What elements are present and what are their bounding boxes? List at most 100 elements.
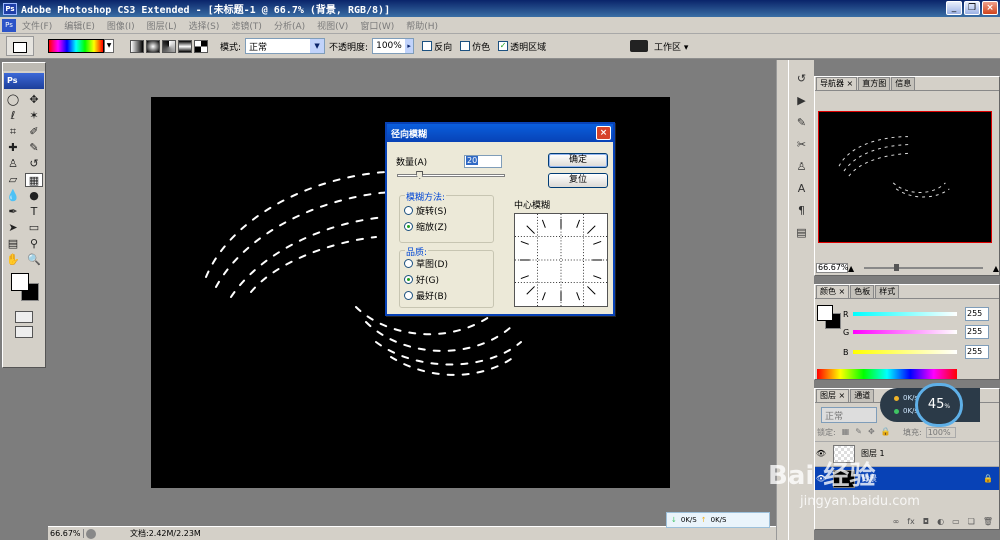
zoom-out-icon[interactable]: ▲ <box>848 264 854 273</box>
clone-source-icon[interactable]: ♙ <box>793 158 811 176</box>
red-slider[interactable] <box>853 312 957 316</box>
tab-navigator[interactable]: 导航器 × <box>816 77 858 90</box>
new-group-icon[interactable]: ▭ <box>952 517 960 529</box>
blur-tool-icon[interactable]: 💧 <box>4 189 22 203</box>
red-value[interactable]: 255 <box>965 307 989 321</box>
menu-layer[interactable]: 图层(L) <box>141 19 183 32</box>
screen-mode-icon[interactable] <box>15 326 33 338</box>
link-layers-icon[interactable]: ∞ <box>893 517 900 529</box>
quality-good-radio[interactable]: 好(G) <box>400 271 493 287</box>
crop-tool-icon[interactable]: ⌗ <box>4 125 22 139</box>
history-brush-icon[interactable]: ↺ <box>25 157 43 171</box>
fill-value[interactable]: 100% <box>925 427 956 438</box>
tool-presets-icon[interactable]: ✂ <box>793 136 811 154</box>
navigator-preview[interactable] <box>818 111 992 243</box>
amount-input[interactable]: 20 <box>464 155 502 168</box>
healing-brush-icon[interactable]: ✚ <box>4 141 22 155</box>
blend-mode-select[interactable]: 正常 <box>821 407 877 423</box>
eyedropper-icon[interactable]: ⚲ <box>25 237 43 251</box>
layer-mask-icon[interactable]: ◘ <box>923 517 929 529</box>
menu-edit[interactable]: 编辑(E) <box>58 19 101 32</box>
slider-thumb[interactable] <box>416 171 424 179</box>
transparency-checkbox[interactable]: ✓ 透明区域 <box>498 40 546 53</box>
move-tool-icon[interactable]: ✥ <box>25 93 43 107</box>
angle-gradient-icon[interactable] <box>162 39 176 53</box>
zoom-in-icon[interactable]: ▲ <box>993 264 999 273</box>
close-button[interactable]: × <box>982 1 998 15</box>
navigator-zoom[interactable]: 66.67% <box>816 263 849 273</box>
quality-best-radio[interactable]: 最好(B) <box>400 287 493 303</box>
green-value[interactable]: 255 <box>965 325 989 339</box>
minimize-button[interactable]: _ <box>946 1 962 15</box>
tool-preset-picker[interactable] <box>6 36 34 56</box>
method-zoom-radio[interactable]: 缩放(Z) <box>400 218 493 234</box>
dodge-tool-icon[interactable]: ● <box>25 189 43 203</box>
tab-info[interactable]: 信息 <box>891 77 916 90</box>
gradient-preview[interactable] <box>48 39 104 53</box>
zoom-level[interactable]: 66.67% <box>48 529 84 538</box>
shape-tool-icon[interactable]: ▭ <box>25 221 43 235</box>
color-foreground[interactable] <box>817 305 833 321</box>
new-layer-icon[interactable]: ❏ <box>968 517 975 529</box>
layer-style-icon[interactable]: fx <box>907 517 915 529</box>
blur-center-preview[interactable] <box>514 213 608 307</box>
path-select-icon[interactable]: ➤ <box>4 221 22 235</box>
menu-window[interactable]: 窗口(W) <box>354 19 400 32</box>
reset-button[interactable]: 复位 <box>548 173 608 188</box>
ok-button[interactable]: 确定 <box>548 153 608 168</box>
radial-gradient-icon[interactable] <box>146 39 160 53</box>
zoom-tool-icon[interactable]: 🔍 <box>25 253 43 267</box>
notes-tool-icon[interactable]: ▤ <box>4 237 22 251</box>
type-tool-icon[interactable]: T <box>25 205 43 219</box>
lock-pixels-icon[interactable]: ✎ <box>855 427 862 438</box>
brush-tool-icon[interactable]: ✎ <box>25 141 43 155</box>
menu-file[interactable]: 文件(F) <box>16 19 58 32</box>
character-icon[interactable]: A <box>793 180 811 198</box>
color-spectrum[interactable] <box>817 369 957 379</box>
foreground-color[interactable] <box>11 273 29 291</box>
green-slider[interactable] <box>853 330 957 334</box>
tab-styles[interactable]: 样式 <box>875 285 900 298</box>
restore-button[interactable]: ❐ <box>964 1 980 15</box>
marquee-tool-icon[interactable]: ◯ <box>4 93 22 107</box>
quick-mask-icon[interactable] <box>15 311 33 323</box>
mode-select[interactable]: 正常 ▼ <box>245 38 326 54</box>
reverse-checkbox[interactable]: 反向 <box>422 40 452 53</box>
toolbox-grip[interactable] <box>3 63 45 71</box>
gradient-tool-icon[interactable]: ▦ <box>25 173 43 187</box>
tab-color[interactable]: 颜色 × <box>816 285 850 298</box>
blue-slider[interactable] <box>853 350 957 354</box>
layer-comps-icon[interactable]: ▤ <box>793 224 811 242</box>
tab-channels[interactable]: 通道 <box>850 389 875 402</box>
memory-usage-gauge[interactable]: 45% <box>915 383 963 427</box>
menu-filter[interactable]: 滤镜(T) <box>225 19 268 32</box>
lock-transparency-icon[interactable]: ▦ <box>842 427 850 438</box>
brushes-icon[interactable]: ✎ <box>793 114 811 132</box>
menu-view[interactable]: 视图(V) <box>311 19 354 32</box>
clone-stamp-icon[interactable]: ♙ <box>4 157 22 171</box>
adjustment-layer-icon[interactable]: ◐ <box>937 517 944 529</box>
diamond-gradient-icon[interactable] <box>194 39 208 53</box>
blue-value[interactable]: 255 <box>965 345 989 359</box>
opacity-input[interactable]: 100% ▸ <box>372 38 415 54</box>
amount-slider[interactable] <box>397 171 505 179</box>
paragraph-icon[interactable]: ¶ <box>793 202 811 220</box>
tab-swatches[interactable]: 色板 <box>850 285 875 298</box>
hand-tool-icon[interactable]: ✋ <box>4 253 22 267</box>
history-icon[interactable]: ↺ <box>793 70 811 88</box>
lock-all-icon[interactable]: 🔒 <box>881 427 891 438</box>
tab-layers[interactable]: 图层 × <box>816 389 850 402</box>
workspace-switcher[interactable]: 工作区 ▾ <box>630 36 688 56</box>
pen-tool-icon[interactable]: ✒ <box>4 205 22 219</box>
navigator-zoom-slider[interactable] <box>864 264 983 271</box>
trash-icon[interactable]: 🗑 <box>983 517 993 529</box>
actions-icon[interactable]: ▶ <box>793 92 811 110</box>
menu-help[interactable]: 帮助(H) <box>400 19 444 32</box>
tab-histogram[interactable]: 直方图 <box>858 77 891 90</box>
reflected-gradient-icon[interactable] <box>178 39 192 53</box>
menu-analysis[interactable]: 分析(A) <box>268 19 311 32</box>
dialog-title[interactable]: 径向模糊 <box>387 124 613 142</box>
magic-wand-icon[interactable]: ✶ <box>25 109 43 123</box>
lock-position-icon[interactable]: ✥ <box>868 427 875 438</box>
menu-select[interactable]: 选择(S) <box>183 19 226 32</box>
